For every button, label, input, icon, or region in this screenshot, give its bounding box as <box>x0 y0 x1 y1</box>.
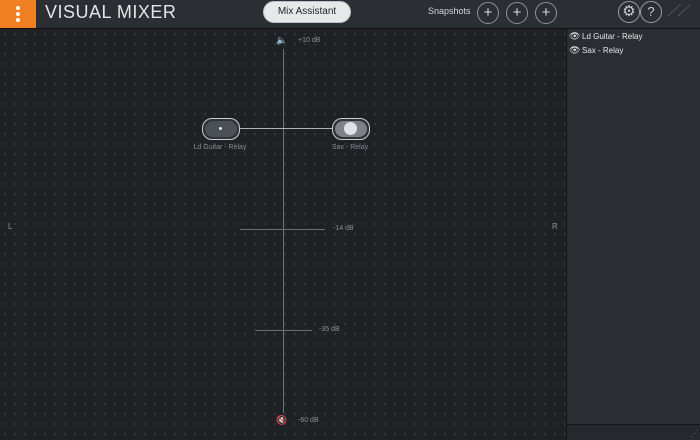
speaker-mute-icon: 🔇 <box>276 415 288 425</box>
level-line-low <box>255 330 312 331</box>
track-name: Sax - Relay <box>582 46 624 55</box>
menu-dot <box>16 6 20 10</box>
eye-icon[interactable]: 👁 <box>569 31 580 42</box>
snapshot-add-button-1[interactable]: + <box>477 2 499 24</box>
track-node-label: Sax - Relay <box>331 144 369 151</box>
track-list-item[interactable]: 👁 Sax - Relay <box>567 45 700 59</box>
db-label-mid: -14 dB <box>333 225 354 232</box>
mixer-stage[interactable]: 🔈 +10 dB -14 dB -35 dB 🔇 -60 dB L R Ld G… <box>0 29 566 440</box>
pan-left-label: L <box>8 222 13 231</box>
level-line-mid <box>240 229 325 230</box>
panel-footer: ⋰ <box>567 424 700 440</box>
menu-button[interactable] <box>0 0 36 28</box>
brand-logo-icon: ⟋⟋ <box>667 3 688 20</box>
level-axis <box>283 49 284 413</box>
db-label-low: -35 dB <box>319 326 340 333</box>
track-link-line <box>238 128 335 129</box>
track-list-panel: 👁 Ld Guitar - Relay 👁 Sax - Relay ⋰ <box>566 29 700 440</box>
db-label-top: +10 dB <box>298 37 321 44</box>
pan-right-label: R <box>552 222 558 231</box>
gear-icon[interactable]: ⚙ <box>618 1 640 23</box>
speaker-loud-icon: 🔈 <box>276 35 288 45</box>
track-node-sax[interactable] <box>332 118 370 140</box>
top-toolbar: VISUAL MIXER Mix Assistant Snapshots + +… <box>0 0 700 29</box>
eye-icon[interactable]: 👁 <box>569 45 580 56</box>
help-button[interactable]: ? <box>640 1 662 23</box>
app-title: VISUAL MIXER <box>45 2 177 22</box>
snapshot-add-button-3[interactable]: + <box>535 2 557 24</box>
track-node-ld-guitar[interactable] <box>202 118 240 140</box>
menu-dot <box>16 12 20 16</box>
snapshots-label: Snapshots <box>428 6 471 16</box>
track-node-label: Ld Guitar - Relay <box>193 144 247 151</box>
mix-assistant-button[interactable]: Mix Assistant <box>263 1 351 23</box>
node-dot <box>344 122 357 135</box>
resize-grip-icon[interactable]: ⋰ <box>690 428 699 439</box>
track-name: Ld Guitar - Relay <box>582 32 643 41</box>
menu-dot <box>16 18 20 22</box>
db-label-bottom: -60 dB <box>298 417 319 424</box>
node-dot <box>219 127 222 130</box>
snapshot-add-button-2[interactable]: + <box>506 2 528 24</box>
track-list-item[interactable]: 👁 Ld Guitar - Relay <box>567 31 700 45</box>
